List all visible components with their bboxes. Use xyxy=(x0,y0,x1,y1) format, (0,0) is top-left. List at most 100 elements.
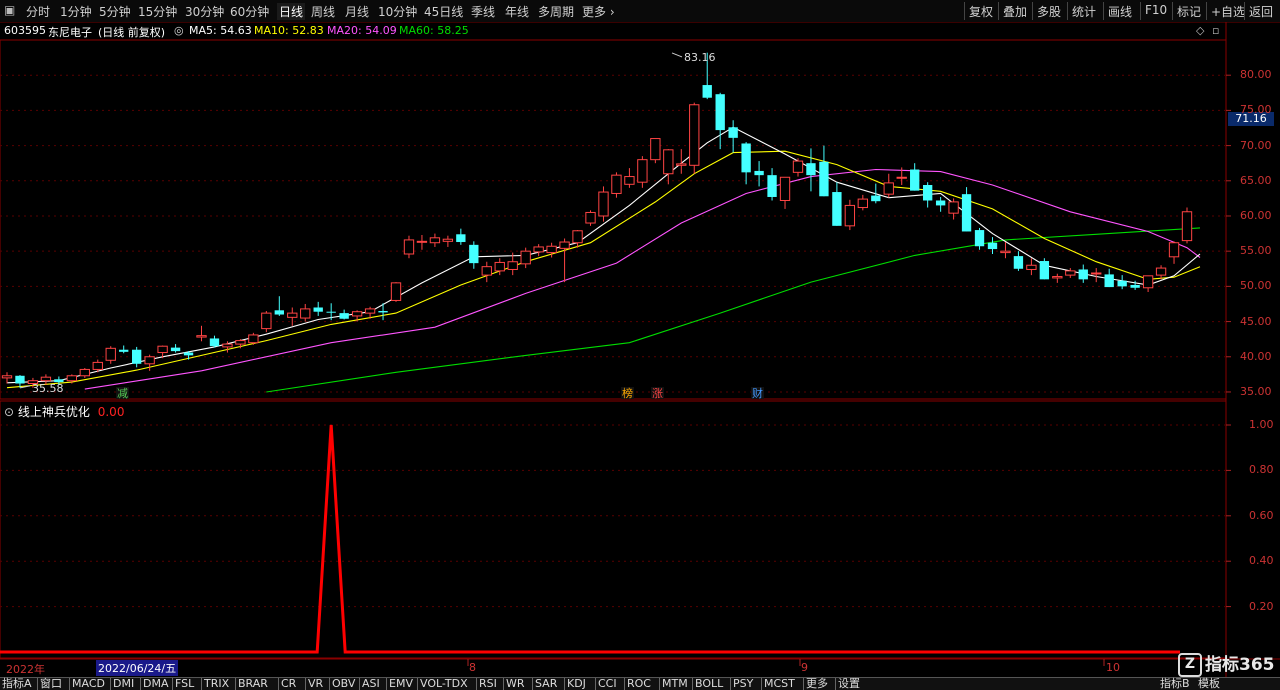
candle-body-down xyxy=(209,338,220,347)
bottom-right-tab-1[interactable]: 模板 xyxy=(1198,678,1220,690)
candle-body-down xyxy=(1013,256,1024,269)
indicator-tab-7[interactable]: BRAR xyxy=(238,678,268,690)
indicator-tab-25[interactable]: 设置 xyxy=(838,678,860,690)
candle-body-down xyxy=(935,200,946,206)
candle-body-down xyxy=(767,175,777,197)
candle-body-up xyxy=(222,343,233,348)
indicator-tick-label: 0.40 xyxy=(1249,554,1274,568)
indicator-tab-17[interactable]: KDJ xyxy=(567,678,586,690)
tab-divider xyxy=(692,678,693,690)
indicator-tab-11[interactable]: ASI xyxy=(362,678,380,690)
month-label-10: 10 xyxy=(1106,661,1120,674)
candle-body-down xyxy=(922,185,933,201)
indicator-tab-6[interactable]: TRIX xyxy=(204,678,229,690)
indicator-tab-23[interactable]: MCST xyxy=(764,678,795,690)
indicator-tab-2[interactable]: MACD xyxy=(72,678,105,690)
candle-body-down xyxy=(832,192,842,226)
indicator-tab-1[interactable]: 窗口 xyxy=(40,678,62,690)
candle-body-up xyxy=(857,198,868,209)
candle-body-up xyxy=(40,376,52,382)
event-marker: 榜 xyxy=(622,386,633,400)
candle-body-up xyxy=(390,282,402,301)
candle-body-up xyxy=(650,138,661,161)
indicator-tab-0[interactable]: 指标A xyxy=(2,678,32,690)
candle-body-up xyxy=(442,238,454,242)
candle-body-up xyxy=(196,335,207,338)
candle-body-up xyxy=(235,340,246,345)
indicator-tab-4[interactable]: DMA xyxy=(143,678,169,690)
indicator-tabs-bar: 指标A 窗口 MACD DMI DMA FSL TRIX BRAR CR VR OBV ASI EMV V… xyxy=(0,677,1280,690)
tab-divider xyxy=(532,678,533,690)
candle-body-up xyxy=(1181,211,1193,242)
high-price-label: 83.16 xyxy=(684,51,716,64)
price-tick-label: 60.00 xyxy=(1240,208,1272,222)
tab-divider xyxy=(835,678,836,690)
candle-body-down xyxy=(469,244,479,264)
event-marker: 涨 xyxy=(652,387,663,400)
indicator-tab-18[interactable]: CCI xyxy=(598,678,617,690)
candle-body-up xyxy=(105,347,116,361)
indicator-tab-14[interactable]: RSI xyxy=(479,678,497,690)
indicator-tab-24[interactable]: 更多 xyxy=(806,678,828,690)
indicator-tab-19[interactable]: ROC xyxy=(627,678,651,690)
candle-body-down xyxy=(1039,261,1050,280)
candle-body-down xyxy=(715,94,725,131)
indicator-tab-3[interactable]: DMI xyxy=(113,678,134,690)
indicator-tab-13[interactable]: VOL-TDX xyxy=(420,678,468,690)
candle-body-up xyxy=(598,191,609,217)
candle-body-down xyxy=(961,194,972,232)
candle-body-down xyxy=(1078,269,1088,280)
indicator-name: 线上神兵优化 xyxy=(17,405,90,419)
cursor-date-label: 2022/06/24/五 xyxy=(96,660,179,676)
candle-body-up xyxy=(611,174,622,194)
candle-body-up xyxy=(1091,272,1102,275)
price-tick-label: 70.00 xyxy=(1240,138,1272,152)
indicator-tab-8[interactable]: CR xyxy=(281,678,296,690)
bottom-right-tab-0[interactable]: 指标B xyxy=(1160,678,1190,690)
candle-body-up xyxy=(66,375,78,382)
indicator-tab-12[interactable]: EMV xyxy=(389,678,413,690)
candle-body-down xyxy=(456,234,466,243)
tab-divider xyxy=(140,678,141,690)
candle-body-down xyxy=(119,349,129,352)
indicator-tab-15[interactable]: WR xyxy=(506,678,525,690)
candle-body-down xyxy=(1130,284,1140,288)
kline-chart[interactable]: 83.16 35.58 减 榜 涨 财 xyxy=(0,0,1280,689)
tab-divider xyxy=(329,678,330,690)
tab-divider xyxy=(37,678,38,690)
tab-divider xyxy=(564,678,565,690)
indicator-tab-22[interactable]: PSY xyxy=(733,678,753,690)
indicator-collapse-icon[interactable]: ⊙ xyxy=(4,405,14,419)
candle-body-up xyxy=(79,368,90,377)
month-label-8: 8 xyxy=(469,661,476,674)
candle-body-up xyxy=(248,334,259,344)
candle-body-up xyxy=(624,176,635,185)
candle-body-down xyxy=(339,313,349,319)
candle-body-down xyxy=(754,170,764,176)
price-tick-label: 65.00 xyxy=(1240,173,1272,187)
indicator-tab-16[interactable]: SAR xyxy=(535,678,557,690)
candle-body-up xyxy=(585,211,596,224)
price-tick-label: 55.00 xyxy=(1240,244,1272,258)
tab-divider xyxy=(305,678,306,690)
price-tick-label: 45.00 xyxy=(1240,314,1272,328)
candle-body-up xyxy=(1026,264,1037,270)
month-label-9: 9 xyxy=(801,661,808,674)
candle-body-up xyxy=(844,204,856,227)
candle-body-up xyxy=(1,375,13,379)
indicator-tab-10[interactable]: OBV xyxy=(332,678,355,690)
indicator-tick-label: 0.80 xyxy=(1249,463,1274,477)
indicator-tab-5[interactable]: FSL xyxy=(175,678,194,690)
candle-body-down xyxy=(170,347,181,352)
tab-divider xyxy=(386,678,387,690)
tab-divider xyxy=(417,678,418,690)
indicator-tab-21[interactable]: BOLL xyxy=(695,678,723,690)
tab-divider xyxy=(595,678,596,690)
indicator-tab-20[interactable]: MTM xyxy=(662,678,688,690)
candle-body-up xyxy=(546,245,557,254)
candle-body-up xyxy=(416,240,428,243)
tab-divider xyxy=(172,678,173,690)
candle-body-up xyxy=(261,312,272,330)
indicator-tab-9[interactable]: VR xyxy=(308,678,323,690)
candle-body-up xyxy=(351,311,363,317)
